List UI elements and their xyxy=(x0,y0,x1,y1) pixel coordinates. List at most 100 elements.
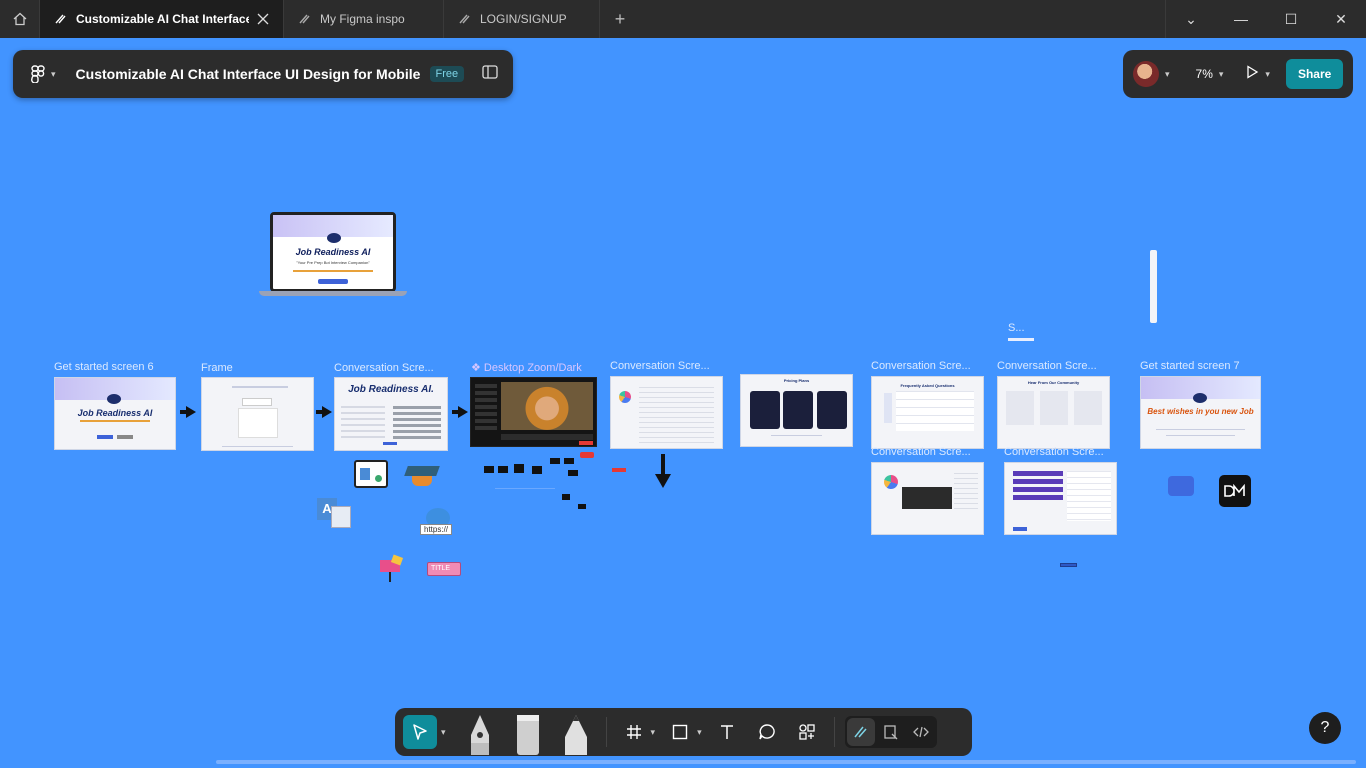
chat-bubbles xyxy=(393,406,441,440)
laptop-mockup[interactable]: Job Readiness AI "Your Pre Prep Bot Inte… xyxy=(270,212,396,292)
horizontal-scrollbar[interactable] xyxy=(216,760,1356,764)
globe-https-icon[interactable]: https:// xyxy=(420,508,454,536)
small-component[interactable] xyxy=(1060,563,1077,567)
chevron-down-icon: ⌄ xyxy=(1185,10,1197,27)
frame-label[interactable]: ❖ Desktop Zoom/Dark xyxy=(471,361,582,374)
vertical-component[interactable] xyxy=(1150,250,1157,323)
frame-pricing[interactable]: Pricing Plans xyxy=(740,374,853,447)
card xyxy=(238,408,278,438)
frame-conversation-screen-community[interactable]: Hear From Our Community xyxy=(997,376,1110,449)
frame-conversation-screen-4[interactable] xyxy=(1004,462,1117,535)
mode-switcher xyxy=(844,716,937,748)
laptop-subtitle: "Your Pre Prep Bot Interview Companion" xyxy=(296,260,370,265)
flow-arrow[interactable] xyxy=(452,406,468,418)
component xyxy=(568,470,578,476)
text-line xyxy=(232,386,288,388)
presentation-icon[interactable] xyxy=(380,554,404,582)
home-icon xyxy=(13,12,26,26)
tabs-dropdown-button[interactable]: ⌄ xyxy=(1166,0,1216,38)
chevron-down-icon[interactable]: ▾ xyxy=(441,727,446,738)
id-card-icon[interactable] xyxy=(354,460,388,488)
flow-arrow[interactable] xyxy=(316,406,332,418)
frame-label[interactable]: Conversation Scre... xyxy=(610,360,710,372)
new-tab-button[interactable]: + xyxy=(600,0,640,38)
frame-get-started-6[interactable]: Job Readiness AI xyxy=(54,377,176,450)
frame-title: Frequently Asked Questions xyxy=(900,383,955,388)
close-icon[interactable] xyxy=(257,13,269,25)
frame-label[interactable]: Get started screen 7 xyxy=(1140,360,1240,372)
bot-logo-icon xyxy=(327,233,341,243)
shape-tool-button[interactable] xyxy=(663,715,697,749)
text-tool-button[interactable] xyxy=(710,715,744,749)
frame-label[interactable]: S... xyxy=(1008,322,1025,334)
graduation-cap-icon[interactable] xyxy=(404,460,440,488)
home-button[interactable] xyxy=(0,0,40,38)
dm-logo[interactable] xyxy=(1219,475,1251,507)
tagline xyxy=(80,420,150,422)
text-line xyxy=(1156,429,1245,430)
laptop-base xyxy=(259,291,407,296)
frame-frame[interactable] xyxy=(201,377,314,451)
input-box xyxy=(242,398,272,406)
frame-conversation-screen-1[interactable]: Job Readiness AI. xyxy=(334,377,448,451)
pencil-tool-button[interactable] xyxy=(556,709,596,755)
text-line xyxy=(771,435,822,436)
laptop-tagline xyxy=(293,270,373,272)
tab-current-file[interactable]: Customizable AI Chat Interface U xyxy=(40,0,284,38)
tab-label: Customizable AI Chat Interface U xyxy=(76,12,249,26)
close-window-button[interactable]: ✕ xyxy=(1316,0,1366,38)
help-button[interactable]: ? xyxy=(1309,712,1341,744)
frame-label[interactable]: Conversation Scre... xyxy=(1004,446,1104,458)
dev-mode-button[interactable] xyxy=(907,718,935,746)
bot-avatar-icon[interactable] xyxy=(1168,476,1194,496)
pricing-card xyxy=(750,391,780,429)
actions-button[interactable] xyxy=(790,715,824,749)
pen-tool-button[interactable] xyxy=(460,709,500,755)
frame-get-started-7[interactable]: Best wishes in you new Job xyxy=(1140,376,1261,449)
tab-my-figma-inspo[interactable]: My Figma inspo xyxy=(284,0,444,38)
minimize-button[interactable]: — xyxy=(1216,0,1266,38)
title-tag-icon[interactable]: TITLE xyxy=(427,562,461,576)
participants-list xyxy=(475,384,497,430)
frame-label[interactable]: Conversation Scre... xyxy=(871,446,971,458)
component xyxy=(562,494,570,500)
text-line xyxy=(1166,435,1235,436)
frame-label[interactable]: Get started screen 6 xyxy=(54,361,154,373)
maximize-button[interactable]: ☐ xyxy=(1266,0,1316,38)
text-content xyxy=(639,387,714,443)
marker-tool-button[interactable] xyxy=(508,709,548,755)
small-frame[interactable] xyxy=(1008,338,1034,341)
move-tool-button[interactable] xyxy=(403,715,437,749)
component-set[interactable] xyxy=(470,452,630,512)
frame-conversation-screen-3[interactable] xyxy=(871,462,984,535)
window-tab-bar: Customizable AI Chat Interface U My Figm… xyxy=(0,0,1366,38)
cta-button xyxy=(1013,527,1027,531)
component xyxy=(578,504,586,509)
draw-mode-button[interactable] xyxy=(877,718,905,746)
frame-label[interactable]: Conversation Scre... xyxy=(871,360,971,372)
frame-conversation-screen-2[interactable] xyxy=(610,376,723,449)
flow-arrow[interactable] xyxy=(180,406,196,418)
divider xyxy=(833,717,835,747)
tab-login-signup[interactable]: LOGIN/SIGNUP xyxy=(444,0,600,38)
frame-label[interactable]: Frame xyxy=(201,362,233,374)
frame-conversation-screen-faq[interactable]: Frequently Asked Questions xyxy=(871,376,984,449)
chevron-down-icon[interactable]: ▾ xyxy=(651,727,656,738)
translate-target xyxy=(331,506,351,528)
minimize-icon: — xyxy=(1234,11,1248,27)
component xyxy=(514,464,524,473)
comment-tool-button[interactable] xyxy=(750,715,784,749)
component xyxy=(495,488,555,489)
component xyxy=(484,466,494,473)
frame-desktop-zoom-dark[interactable] xyxy=(470,377,597,447)
chevron-down-icon[interactable]: ▾ xyxy=(697,727,702,738)
frame-label[interactable]: Conversation Scre... xyxy=(997,360,1097,372)
frame-label[interactable]: Conversation Scre... xyxy=(334,362,434,374)
cta-button xyxy=(97,435,113,439)
component xyxy=(564,458,574,464)
down-arrow[interactable] xyxy=(655,454,671,490)
frame-tool-button[interactable] xyxy=(617,715,651,749)
translate-icon[interactable]: A xyxy=(317,498,353,530)
cursor-icon xyxy=(413,724,427,740)
design-mode-button[interactable] xyxy=(846,718,875,746)
